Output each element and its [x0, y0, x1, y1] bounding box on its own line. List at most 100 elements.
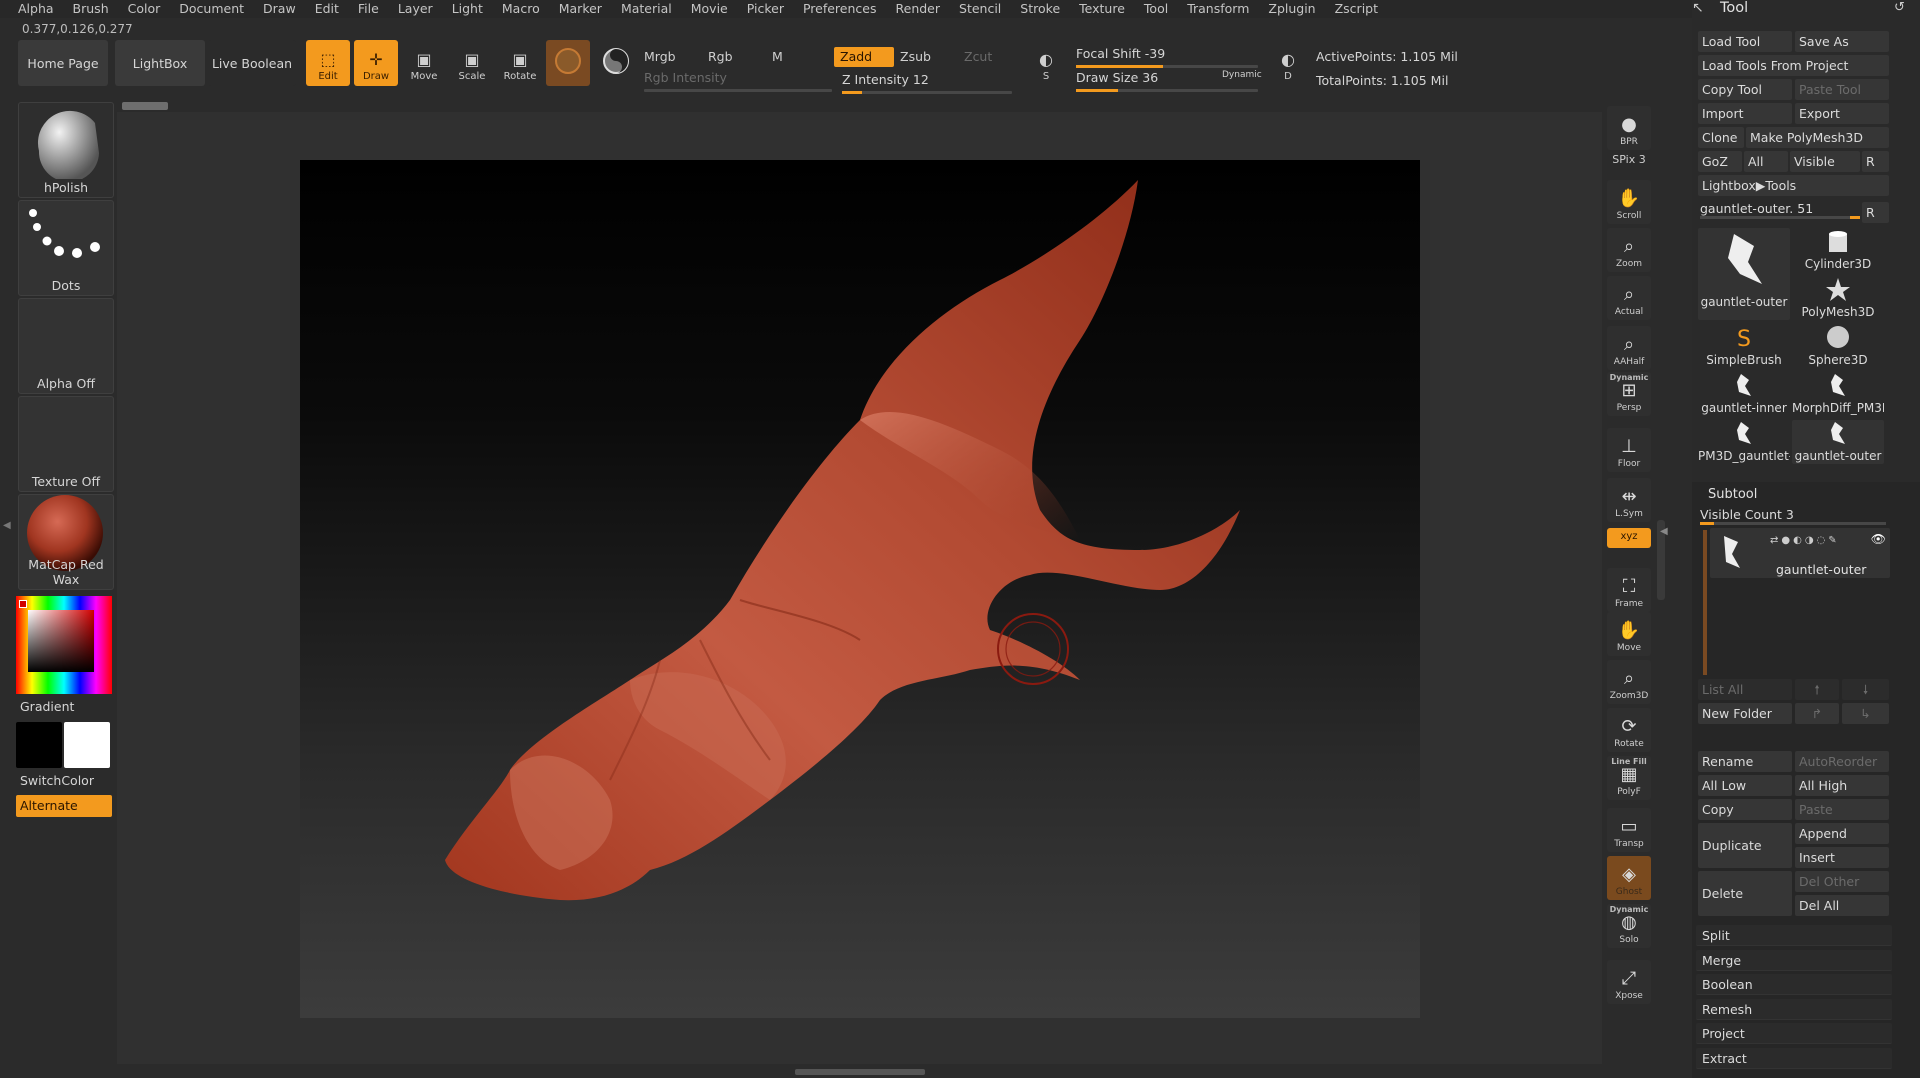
- menu-texture[interactable]: Texture: [1079, 0, 1125, 18]
- del-all-button[interactable]: Del All: [1795, 895, 1889, 916]
- subtool-copy-button[interactable]: Copy: [1698, 799, 1792, 820]
- lightbox-button[interactable]: LightBox: [115, 40, 205, 86]
- secondary-color-swatch[interactable]: [64, 722, 110, 768]
- load-tool-button[interactable]: Load Tool: [1698, 31, 1792, 52]
- menu-brush[interactable]: Brush: [73, 0, 109, 18]
- del-other-button[interactable]: Del Other: [1795, 871, 1889, 892]
- zcut-toggle[interactable]: Zcut: [958, 47, 1018, 67]
- persp-button[interactable]: Dynamic ⊞ Persp: [1607, 372, 1651, 416]
- xyz-button[interactable]: xyz: [1607, 528, 1651, 548]
- menu-marker[interactable]: Marker: [559, 0, 602, 18]
- split-section-button[interactable]: Split: [1696, 925, 1892, 946]
- menu-tool[interactable]: Tool: [1144, 0, 1168, 18]
- menu-macro[interactable]: Macro: [502, 0, 540, 18]
- z-intensity-slider[interactable]: Z Intensity 12: [842, 72, 1012, 94]
- goz-button[interactable]: GoZ: [1698, 151, 1742, 172]
- tool-thumb-polymesh3d[interactable]: PolyMesh3D: [1792, 276, 1884, 320]
- goz-r-button[interactable]: R: [1862, 151, 1889, 172]
- all-high-button[interactable]: All High: [1795, 775, 1889, 796]
- auto-reorder-button[interactable]: AutoReorder: [1795, 751, 1889, 772]
- zsub-toggle[interactable]: Zsub: [894, 47, 954, 67]
- subtool-toggle-icons[interactable]: ⇄●◐◑◌✎: [1770, 535, 1840, 546]
- goz-visible-button[interactable]: Visible: [1790, 151, 1860, 172]
- texture-selector[interactable]: Texture Off: [18, 396, 114, 492]
- scale-button[interactable]: ▣ Scale: [450, 40, 494, 86]
- ghost-button[interactable]: ◈ Ghost: [1607, 856, 1651, 900]
- delete-button[interactable]: Delete: [1698, 871, 1792, 916]
- tool-thumb-morphdiff-pm3d[interactable]: MorphDiff_PM3D: [1792, 372, 1884, 416]
- export-button[interactable]: Export: [1795, 103, 1889, 124]
- bpr-button[interactable]: ● BPR: [1607, 106, 1651, 150]
- tool-thumb-gauntlet-outer[interactable]: gauntlet-outer: [1698, 228, 1790, 320]
- move-down-arrow-icon[interactable]: 🠗: [1842, 679, 1889, 700]
- all-low-button[interactable]: All Low: [1698, 775, 1792, 796]
- menu-light[interactable]: Light: [452, 0, 483, 18]
- make-polymesh3d-button[interactable]: Make PolyMesh3D: [1746, 127, 1889, 148]
- alternate-button[interactable]: Alternate: [16, 795, 112, 817]
- frame-button[interactable]: ⛶ Frame: [1607, 568, 1651, 612]
- menu-stencil[interactable]: Stencil: [959, 0, 1001, 18]
- menu-picker[interactable]: Picker: [747, 0, 784, 18]
- stroke-selector[interactable]: Dots: [18, 200, 114, 296]
- insert-button[interactable]: Insert: [1795, 847, 1889, 868]
- right-collapse-arrow-icon[interactable]: ◀: [1660, 526, 1668, 537]
- zadd-toggle[interactable]: Zadd: [834, 47, 894, 67]
- move-button[interactable]: ✋ Move: [1607, 612, 1651, 656]
- menu-movie[interactable]: Movie: [691, 0, 728, 18]
- append-button[interactable]: Append: [1795, 823, 1889, 844]
- tool-thumb-pm3d-gauntlet-i[interactable]: PM3D_gauntlet-i: [1698, 420, 1790, 464]
- gauntlet-3d-model[interactable]: [300, 160, 1420, 1018]
- tool-thumb-gauntlet-outer[interactable]: gauntlet-outer: [1792, 420, 1884, 464]
- menu-document[interactable]: Document: [179, 0, 244, 18]
- brush-selector[interactable]: hPolish: [18, 102, 114, 198]
- tool-thumb-sphere3d[interactable]: Sphere3D: [1792, 324, 1884, 368]
- stroke-d-button[interactable]: ◐ D: [1268, 40, 1308, 86]
- tool-thumb-gauntlet-inner[interactable]: gauntlet-inner: [1698, 372, 1790, 416]
- aahalf-button[interactable]: ⌕ AAHalf: [1607, 326, 1651, 370]
- remesh-section-button[interactable]: Remesh: [1696, 998, 1892, 1020]
- zoom-button[interactable]: ⌕ Zoom: [1607, 228, 1651, 272]
- menu-draw[interactable]: Draw: [263, 0, 296, 18]
- menu-edit[interactable]: Edit: [315, 0, 339, 18]
- lightbox-tools-button[interactable]: Lightbox▶Tools: [1698, 175, 1889, 196]
- move-out-folder-icon[interactable]: ↳: [1842, 703, 1889, 724]
- copy-tool-button[interactable]: Copy Tool: [1698, 79, 1792, 100]
- subtool-title[interactable]: Subtool: [1708, 487, 1757, 502]
- paste-tool-button[interactable]: Paste Tool: [1795, 79, 1889, 100]
- menu-render[interactable]: Render: [896, 0, 941, 18]
- new-folder-button[interactable]: New Folder: [1698, 703, 1792, 724]
- palette-reset-icon[interactable]: ↺: [1894, 0, 1905, 15]
- menu-transform[interactable]: Transform: [1187, 0, 1249, 18]
- list-all-button[interactable]: List All: [1698, 679, 1792, 700]
- current-tool-r-button[interactable]: R: [1862, 202, 1889, 223]
- floor-button[interactable]: ⊥ Floor: [1607, 428, 1651, 472]
- load-tools-from-project-button[interactable]: Load Tools From Project: [1698, 55, 1889, 76]
- material-selector[interactable]: MatCap Red Wax: [18, 494, 114, 590]
- current-tool-slider[interactable]: gauntlet-outer. 51: [1700, 201, 1813, 216]
- transp-button[interactable]: ▭ Transp: [1607, 808, 1651, 852]
- color-sphere-button[interactable]: [594, 40, 638, 86]
- live-boolean-button[interactable]: Live Boolean: [208, 40, 296, 86]
- subtool-eye-icon[interactable]: 👁: [1871, 532, 1886, 546]
- primary-color-swatch[interactable]: [16, 722, 62, 768]
- l-sym-button[interactable]: ⇹ L.Sym: [1607, 478, 1651, 522]
- solo-button[interactable]: Dynamic ◍ Solo: [1607, 904, 1651, 948]
- menu-layer[interactable]: Layer: [398, 0, 433, 18]
- m-toggle[interactable]: M: [766, 47, 826, 67]
- visible-count-slider[interactable]: Visible Count 3: [1700, 507, 1794, 522]
- menu-alpha[interactable]: Alpha: [18, 0, 54, 18]
- switch-color-button[interactable]: SwitchColor: [16, 770, 112, 792]
- merge-section-button[interactable]: Merge: [1696, 949, 1892, 971]
- move-button[interactable]: ▣ Move: [402, 40, 446, 86]
- menu-stroke[interactable]: Stroke: [1020, 0, 1060, 18]
- extract-section-button[interactable]: Extract: [1696, 1047, 1892, 1069]
- goz-all-button[interactable]: All: [1744, 151, 1788, 172]
- rotate-button[interactable]: ▣ Rotate: [498, 40, 542, 86]
- menu-material[interactable]: Material: [621, 0, 672, 18]
- rename-button[interactable]: Rename: [1698, 751, 1792, 772]
- draw-button[interactable]: ✛ Draw: [354, 40, 398, 86]
- focal-shift-slider[interactable]: Focal Shift -39: [1076, 46, 1258, 68]
- boolean-section-button[interactable]: Boolean: [1696, 974, 1892, 995]
- rgb-intensity-slider[interactable]: Rgb Intensity: [644, 70, 832, 92]
- bottom-tray-handle[interactable]: [795, 1069, 925, 1075]
